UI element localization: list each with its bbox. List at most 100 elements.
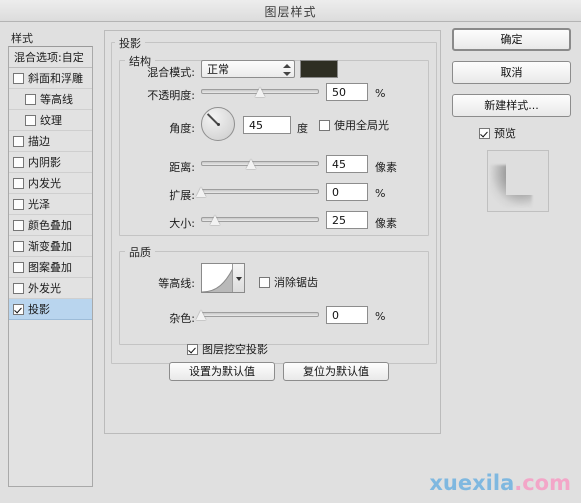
new-style-button[interactable]: 新建样式... [452,94,571,117]
anti-alias-label: 消除锯齿 [274,276,318,289]
spread-slider-thumb[interactable] [196,187,207,197]
angle-dial[interactable] [201,107,235,141]
spread-slider-track [201,189,319,194]
checkbox-inner-glow[interactable] [13,177,24,189]
checkbox-use-global-light[interactable] [319,119,330,131]
spread-label: 扩展: [169,189,195,202]
preview-shape [506,157,544,195]
blend-mode-select[interactable]: 正常 [201,60,295,78]
opacity-unit: % [375,87,386,100]
opacity-slider[interactable] [201,85,319,99]
quality-group-title: 品质 [125,244,155,260]
angle-label: 角度: [169,122,195,135]
noise-slider-track [201,312,319,317]
distance-slider-thumb[interactable] [246,159,257,169]
sidebar-item-label: 描边 [28,134,50,148]
spread-input[interactable]: 0 [326,183,368,201]
distance-label: 距离: [169,161,195,174]
contour-curve-icon [202,268,232,292]
distance-slider[interactable] [201,157,319,171]
size-unit: 像素 [375,217,397,230]
checkbox-texture[interactable] [25,114,36,126]
checkbox-satin[interactable] [13,198,24,210]
checkbox-bevel-emboss[interactable] [13,72,24,84]
quality-group [119,251,429,345]
checkbox-color-overlay[interactable] [13,219,24,231]
sidebar-item-label: 光泽 [28,197,50,211]
noise-slider-thumb[interactable] [196,310,207,320]
opacity-label: 不透明度: [147,89,195,102]
chevron-updown-icon [282,63,291,77]
sidebar-item-label: 内阴影 [28,155,61,169]
sidebar-item-label: 渐变叠加 [28,239,72,253]
opacity-input[interactable]: 50 [326,83,368,101]
sidebar-item-label: 纹理 [40,113,62,127]
checkbox-pattern-overlay[interactable] [13,261,24,273]
contour-dropdown-arrow[interactable] [232,264,244,292]
size-slider-thumb[interactable] [210,215,221,225]
blend-mode-label: 混合模式: [147,66,195,79]
sidebar-item-texture[interactable]: 纹理 [9,110,92,131]
checkbox-inner-shadow[interactable] [13,156,24,168]
sidebar-item-color-overlay[interactable]: 颜色叠加 [9,215,92,236]
layer-knocks-out-label: 图层挖空投影 [202,343,268,356]
distance-unit: 像素 [375,161,397,174]
spread-slider[interactable] [201,185,319,199]
cancel-button[interactable]: 取消 [452,61,571,84]
blend-mode-value: 正常 [207,63,229,76]
angle-unit: 度 [297,122,308,135]
checkbox-gradient-overlay[interactable] [13,240,24,252]
sidebar-item-blending-options[interactable]: 混合选项:自定 [9,47,92,68]
checkbox-stroke[interactable] [13,135,24,147]
noise-label: 杂色: [169,312,195,325]
angle-dial-center [216,122,220,126]
noise-input[interactable]: 0 [326,306,368,324]
noise-slider[interactable] [201,308,319,322]
checkbox-preview[interactable] [479,127,490,139]
sidebar-item-inner-glow[interactable]: 内发光 [9,173,92,194]
anti-alias-row[interactable]: 消除锯齿 [259,274,318,290]
sidebar-item-drop-shadow[interactable]: 投影 [9,299,92,320]
watermark-name: xuexila [429,471,515,495]
noise-unit: % [375,310,386,323]
sidebar-item-contour[interactable]: 等高线 [9,89,92,110]
checkbox-outer-glow[interactable] [13,282,24,294]
layer-knocks-out-row[interactable]: 图层挖空投影 [187,341,268,357]
sidebar-item-label: 图案叠加 [28,260,72,274]
checkbox-layer-knocks-out[interactable] [187,343,198,355]
sidebar-item-stroke[interactable]: 描边 [9,131,92,152]
contour-picker[interactable] [201,263,245,293]
sidebar-item-label: 等高线 [40,92,73,106]
shadow-color-swatch[interactable] [300,60,338,78]
sidebar-item-outer-glow[interactable]: 外发光 [9,278,92,299]
sidebar-item-label: 颜色叠加 [28,218,72,232]
window-title: 图层样式 [264,5,317,19]
make-default-button[interactable]: 设置为默认值 [169,362,275,381]
sidebar-item-gradient-overlay[interactable]: 渐变叠加 [9,236,92,257]
checkbox-contour[interactable] [25,93,36,105]
sidebar-item-label: 内发光 [28,176,61,190]
title-bar: 图层样式 [0,0,581,22]
preview-label: 预览 [494,127,516,140]
styles-list[interactable]: 混合选项:自定 斜面和浮雕 等高线 纹理 描边 内阴影 内发光 光泽 颜色叠加 … [8,46,93,487]
sidebar-item-inner-shadow[interactable]: 内阴影 [9,152,92,173]
contour-label: 等高线: [158,277,195,290]
use-global-light-row[interactable]: 使用全局光 [319,117,389,133]
sidebar-item-label: 斜面和浮雕 [28,71,83,85]
sidebar-item-satin[interactable]: 光泽 [9,194,92,215]
size-slider[interactable] [201,213,319,227]
checkbox-anti-alias[interactable] [259,276,270,288]
sidebar-item-label: 外发光 [28,281,61,295]
ok-button[interactable]: 确定 [452,28,571,51]
sidebar-item-label: 混合选项:自定 [14,50,84,64]
angle-input[interactable]: 45 [243,116,291,134]
checkbox-drop-shadow[interactable] [13,303,24,315]
distance-slider-track [201,161,319,166]
opacity-slider-thumb[interactable] [255,87,266,97]
sidebar-item-bevel-emboss[interactable]: 斜面和浮雕 [9,68,92,89]
reset-default-button[interactable]: 复位为默认值 [283,362,389,381]
distance-input[interactable]: 45 [326,155,368,173]
preview-row[interactable]: 预览 [479,125,516,141]
sidebar-item-pattern-overlay[interactable]: 图案叠加 [9,257,92,278]
size-input[interactable]: 25 [326,211,368,229]
